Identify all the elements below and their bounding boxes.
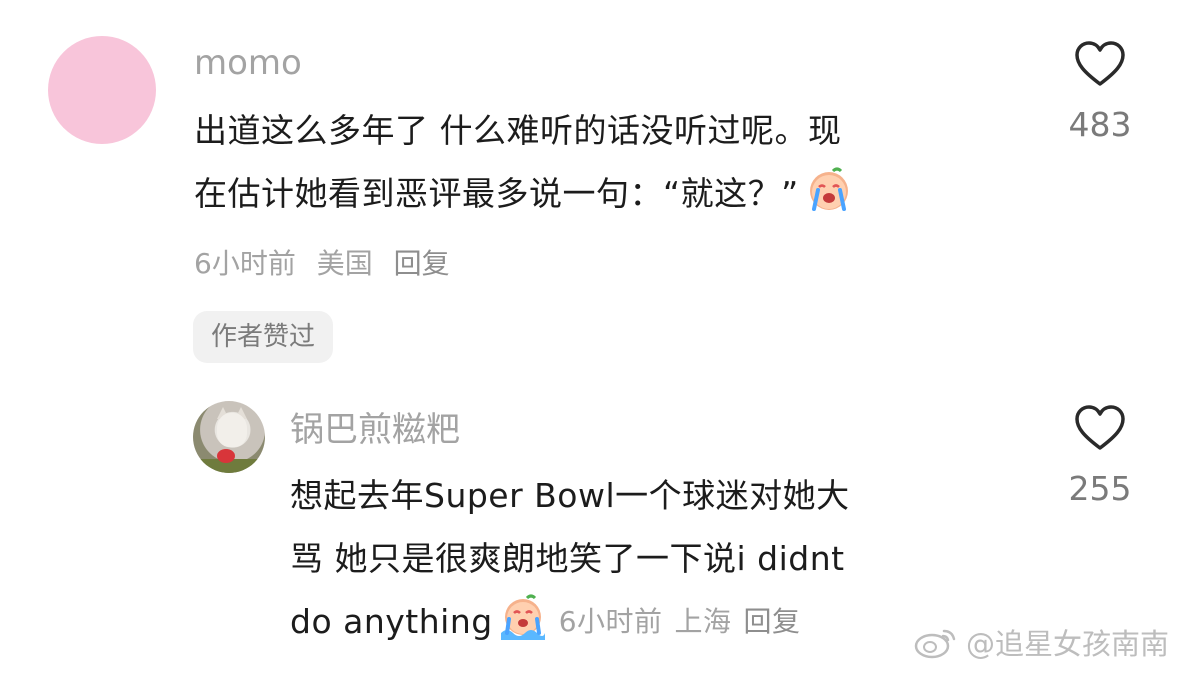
avatar-photo-cat — [217, 413, 247, 447]
watermark-text: @追星女孩南南 — [965, 627, 1169, 661]
comment-text-line: 想起去年Super Bowl一个球迷对她大 — [290, 476, 850, 515]
username[interactable]: 锅巴煎糍粑 — [290, 410, 460, 450]
comment-text-line: do anything 6小时前 上海 回复 — [290, 590, 990, 653]
comment-text-line: 骂 她只是很爽朗地笑了一下说i didnt — [290, 539, 845, 578]
avatar[interactable] — [48, 36, 156, 144]
comment-text-line-content: do anything — [290, 602, 493, 641]
like-button[interactable]: 255 — [1055, 404, 1145, 508]
avatar-photo-ball — [217, 449, 235, 463]
like-button[interactable]: 483 — [1055, 40, 1145, 144]
comment-meta: 6小时前 上海 回复 — [559, 604, 813, 640]
sobbing-face-emoji-icon — [500, 594, 545, 640]
comment-time: 6小时前 — [558, 605, 663, 638]
heart-icon — [1075, 405, 1125, 450]
username[interactable]: momo — [194, 43, 302, 83]
comment-text: 出道这么多年了 什么难听的话没听过呢。现 在估计她看到恶评最多说一句：“就这？” — [194, 99, 1014, 225]
heart-icon — [1075, 41, 1125, 86]
comment-text-line: 在估计她看到恶评最多说一句：“就这？” — [194, 162, 1014, 225]
like-count: 255 — [1068, 469, 1132, 508]
author-liked-badge: 作者赞过 — [193, 311, 334, 363]
comment-text: 想起去年Super Bowl一个球迷对她大 骂 她只是很爽朗地笑了一下说i di… — [290, 464, 990, 653]
reply-button[interactable]: 回复 — [394, 247, 450, 280]
comment-location: 上海 — [674, 605, 732, 638]
watermark: @追星女孩南南 — [914, 621, 1169, 663]
crying-face-emoji-icon — [809, 167, 848, 211]
comment-location: 美国 — [316, 247, 373, 280]
weibo-icon — [914, 629, 956, 659]
comment-time: 6小时前 — [194, 247, 296, 280]
reply-button[interactable]: 回复 — [744, 605, 801, 638]
comment-text-line: 出道这么多年了 什么难听的话没听过呢。现 — [194, 111, 842, 150]
like-count: 483 — [1068, 105, 1132, 144]
avatar[interactable] — [193, 401, 265, 473]
comment-meta: 6小时前 美国 回复 — [194, 246, 462, 282]
comment-text-line-content: 在估计她看到恶评最多说一句：“就这？” — [194, 174, 799, 213]
